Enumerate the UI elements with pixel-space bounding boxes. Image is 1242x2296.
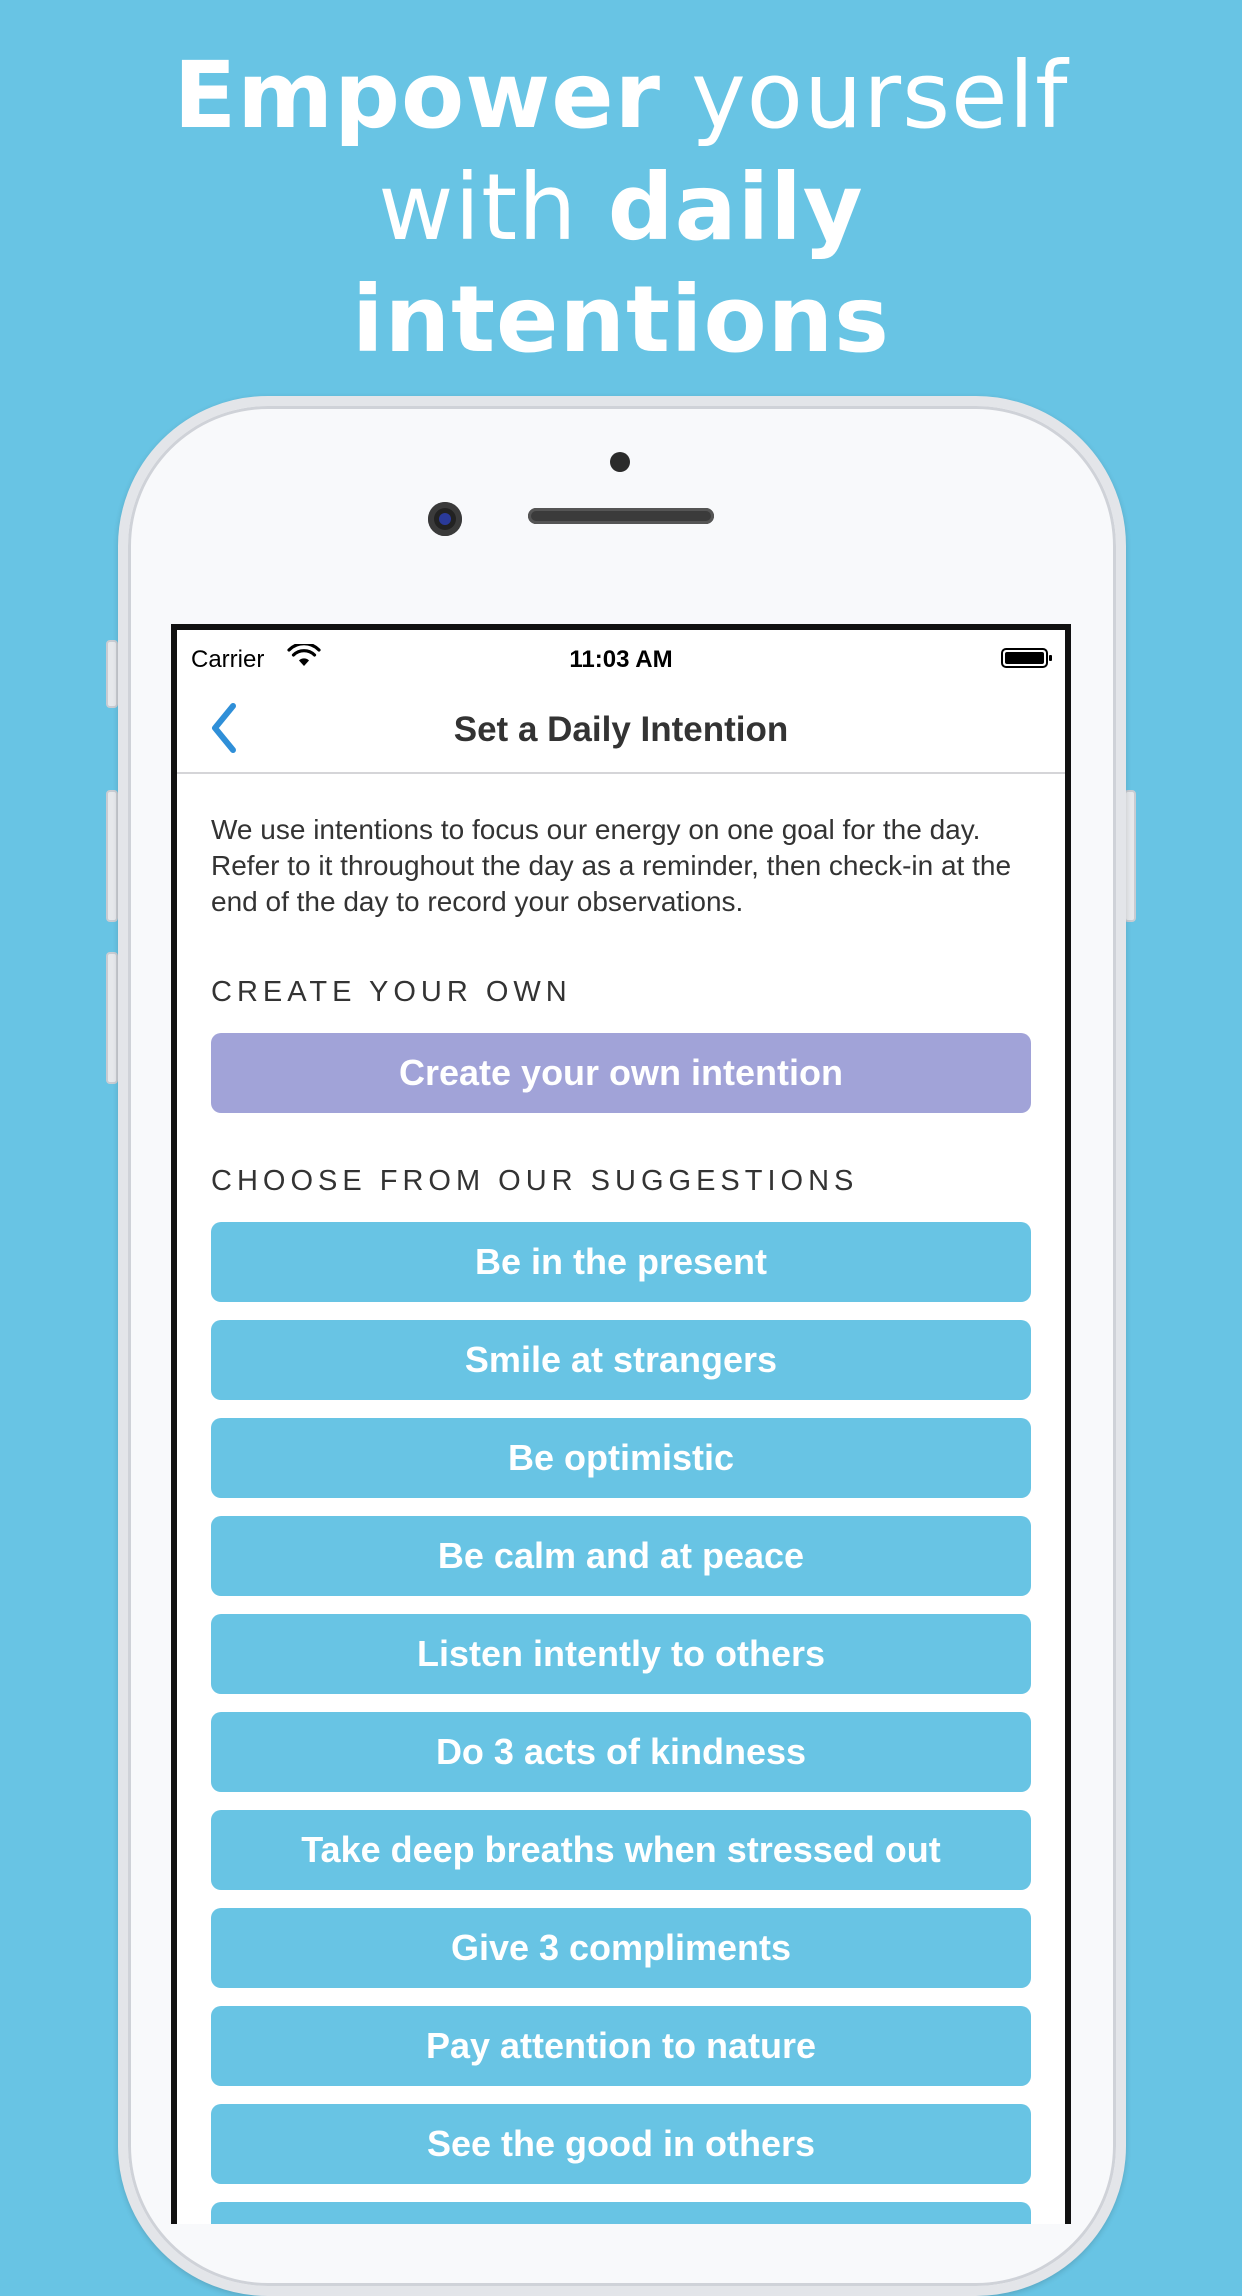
headline-word-with: with	[378, 154, 608, 261]
navigation-bar: Set a Daily Intention	[177, 682, 1065, 774]
suggestion-button[interactable]: Pay attention to nature	[211, 2006, 1031, 2086]
create-own-header: CREATE YOUR OWN	[211, 976, 572, 1008]
suggestion-button[interactable]: Take deep breaths when stressed out	[211, 1810, 1031, 1890]
suggestion-button[interactable]: Be optimistic	[211, 1418, 1031, 1498]
page-title: Set a Daily Intention	[453, 710, 789, 749]
earpiece-speaker	[528, 508, 714, 524]
phone-mute-switch	[106, 640, 118, 708]
intention-content: We use intentions to focus our energy on…	[177, 812, 1065, 2224]
marketing-headline: Empower yourself with daily intentions	[0, 40, 1242, 376]
front-camera	[428, 502, 462, 536]
headline-word-yourself: yourself	[660, 42, 1069, 149]
suggestion-button-partial[interactable]	[211, 2202, 1031, 2224]
headline-word-intentions: intentions	[352, 266, 890, 373]
suggestion-button[interactable]: Be calm and at peace	[211, 1516, 1031, 1596]
app-screen: Carrier 11:03 AM Set a Daily Intention W…	[171, 624, 1071, 2224]
suggestion-button[interactable]: See the good in others	[211, 2104, 1031, 2184]
battery-icon	[1001, 648, 1052, 668]
suggestion-button[interactable]: Do 3 acts of kindness	[211, 1712, 1031, 1792]
phone-volume-down-button	[106, 952, 118, 1084]
status-time: 11:03 AM	[569, 646, 673, 673]
suggestion-button[interactable]: Be in the present	[211, 1222, 1031, 1302]
status-bar: Carrier 11:03 AM	[177, 630, 1065, 682]
headline-word-daily: daily	[607, 154, 864, 261]
create-intention-button[interactable]: Create your own intention	[211, 1033, 1031, 1113]
suggestion-button[interactable]: Listen intently to others	[211, 1614, 1031, 1694]
suggestion-button[interactable]: Give 3 compliments	[211, 1908, 1031, 1988]
phone-volume-up-button	[106, 790, 118, 922]
suggestion-list: Be in the present Smile at strangers Be …	[211, 1222, 1031, 2224]
suggestion-button[interactable]: Smile at strangers	[211, 1320, 1031, 1400]
headline-word-empower: Empower	[173, 42, 661, 149]
intro-text: We use intentions to focus our energy on…	[211, 814, 1012, 917]
proximity-sensor	[610, 452, 630, 472]
suggestions-header: CHOOSE FROM OUR SUGGESTIONS	[211, 1165, 859, 1197]
